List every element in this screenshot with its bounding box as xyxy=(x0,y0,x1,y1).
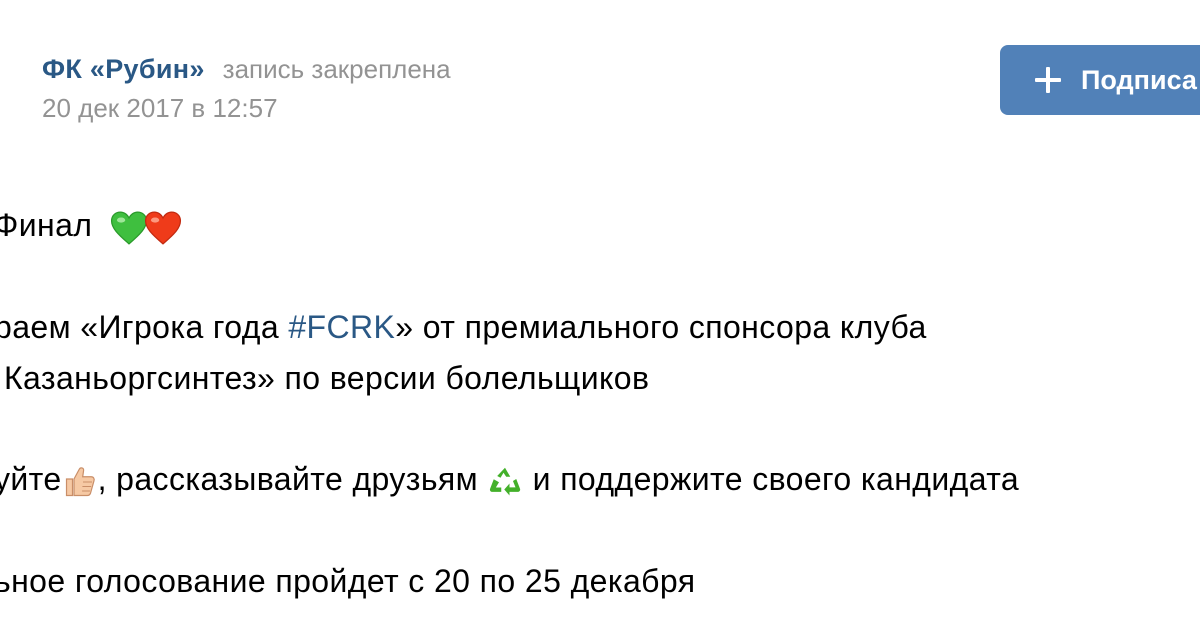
post-line-5: ьное голосование пройдет с 20 по 25 дека… xyxy=(0,565,695,597)
post-line-1: Финал xyxy=(0,209,182,246)
hashtag-link[interactable]: #FCRK xyxy=(288,309,395,345)
post-text: раем «Игрока года xyxy=(0,309,289,345)
author-link[interactable]: ФК «Рубин» xyxy=(42,54,205,85)
subscribe-label: Подписа xyxy=(1081,64,1197,95)
post-text: уйте xyxy=(0,461,62,497)
post-text: Финал xyxy=(0,207,93,243)
post-line-2: раем «Игрока года #FCRK» от премиального… xyxy=(0,311,927,343)
green-heart-icon xyxy=(110,211,147,245)
post-line-3: Казаньоргсинтез» по версии болельщиков xyxy=(4,362,649,394)
post-text: и поддержите своего кандидата xyxy=(523,461,1020,497)
post-line-4: уйте , рассказывайте друзьям и поддержит… xyxy=(0,463,1019,500)
pinned-label: запись закреплена xyxy=(222,54,451,84)
post-date[interactable]: 20 дек 2017 в 12:57 xyxy=(42,93,278,124)
author-line: ФК «Рубин» запись закреплена xyxy=(42,54,451,85)
recycle-icon xyxy=(490,467,521,496)
plus-icon xyxy=(1035,67,1061,93)
red-heart-icon xyxy=(144,211,181,245)
post-text: Казаньоргсинтез» по версии болельщиков xyxy=(4,360,650,396)
post-text: » от премиального спонсора клуба xyxy=(395,309,927,345)
thumbs-up-icon xyxy=(65,466,95,496)
post-header: ФК «Рубин» запись закреплена 20 дек 2017… xyxy=(42,54,451,124)
post-text: , рассказывайте друзьям xyxy=(97,461,488,497)
subscribe-button[interactable]: Подписа xyxy=(1000,45,1200,115)
post-text: ьное голосование пройдет с 20 по 25 дека… xyxy=(0,563,696,599)
